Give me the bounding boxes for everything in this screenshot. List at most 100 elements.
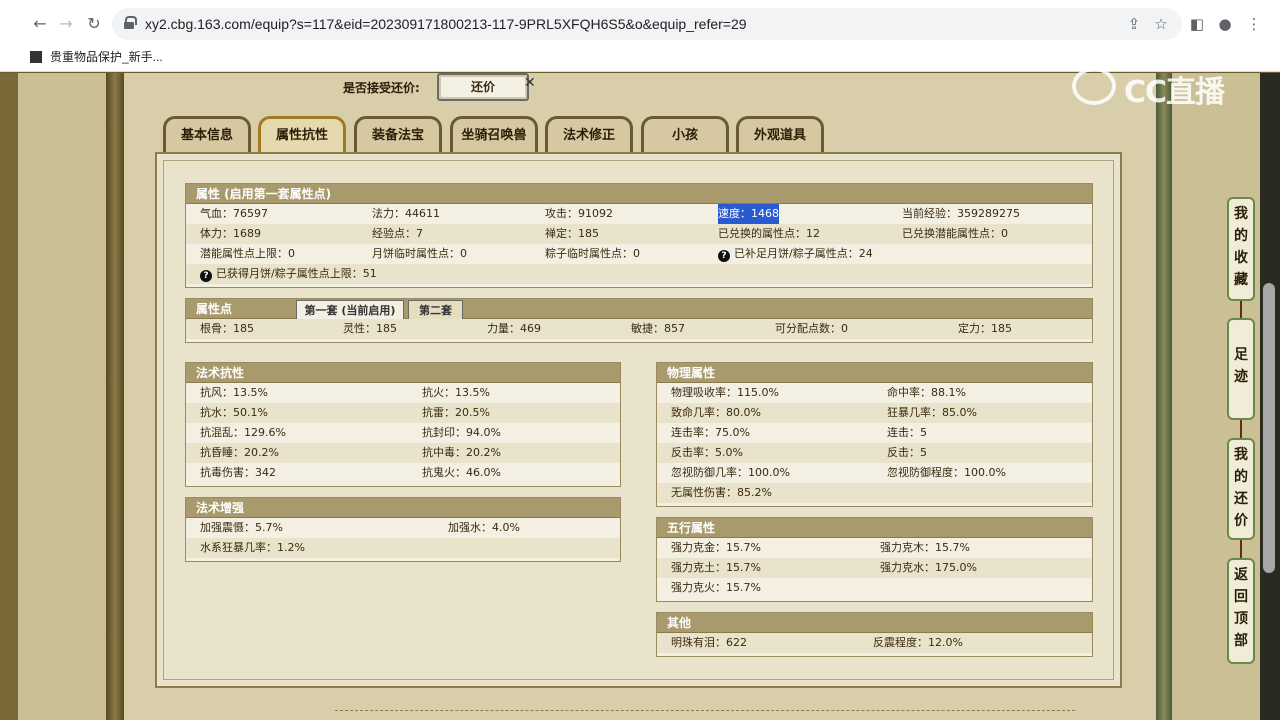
table-row: 抗昏睡：20.2% 抗中毒：20.2% bbox=[186, 443, 620, 463]
resist-value: 抗昏睡：20.2% bbox=[200, 446, 279, 459]
table-row: 抗混乱：129.6% 抗封印：94.0% bbox=[186, 423, 620, 443]
points-header: 属性点 第一套 (当前启用) 第二套 bbox=[186, 299, 1092, 320]
divider bbox=[335, 710, 1075, 711]
table-row: 忽视防御几率：100.0% 忽视防御程度：100.0% bbox=[657, 463, 1092, 483]
address-bar[interactable]: xy2.cbg.163.com/equip?s=117&eid=20230917… bbox=[112, 8, 1182, 40]
stat-zongzi-temp: 粽子临时属性点：0 bbox=[545, 247, 640, 260]
physical-value: 物理吸收率：115.0% bbox=[671, 386, 779, 399]
point-unallocated: 可分配点数：0 bbox=[775, 322, 848, 335]
stat-stamina: 体力：1689 bbox=[200, 227, 261, 240]
resist-value: 抗火：13.5% bbox=[422, 386, 490, 399]
counter-offer-label: 是否接受还价: bbox=[343, 81, 420, 95]
physical-value: 忽视防御几率：100.0% bbox=[671, 466, 790, 479]
tab-basic-info[interactable]: 基本信息 bbox=[163, 116, 251, 153]
scrollbar-thumb[interactable] bbox=[1263, 283, 1275, 573]
bookmark-item[interactable]: 贵重物品保护_新手... bbox=[30, 48, 163, 64]
table-row: 抗风：13.5% 抗火：13.5% bbox=[186, 383, 620, 403]
table-row: 强力克金：15.7% 强力克木：15.7% bbox=[657, 538, 1092, 558]
my-favorites-label: 我的收藏 bbox=[1234, 206, 1248, 288]
profile-icon[interactable]: ● bbox=[1215, 14, 1235, 34]
stat-points-cap: ? 已获得月饼/粽子属性点上限：51 bbox=[200, 264, 377, 284]
table-row: 无属性伤害：85.2% bbox=[657, 483, 1092, 503]
point-focus: 定力：185 bbox=[958, 322, 1012, 335]
resist-value: 抗雷：20.5% bbox=[422, 406, 490, 419]
stat-mp: 法力：44611 bbox=[372, 207, 440, 220]
side-connector bbox=[1240, 538, 1242, 560]
sidepanel-icon[interactable]: ◧ bbox=[1187, 14, 1207, 34]
bookmark-label: 贵重物品保护_新手... bbox=[50, 50, 163, 64]
stat-exp-points: 经验点：7 bbox=[372, 227, 423, 240]
other-value: 反震程度：12.0% bbox=[873, 636, 963, 649]
forward-icon[interactable]: → bbox=[56, 14, 76, 34]
table-row: 潜能属性点上限：0 月饼临时属性点：0 粽子临时属性点：0 ? 已补足月饼/粽子属… bbox=[186, 244, 1092, 264]
physical-value: 致命几率：80.0% bbox=[671, 406, 761, 419]
resist-value: 抗风：13.5% bbox=[200, 386, 268, 399]
physical-value: 无属性伤害：85.2% bbox=[671, 486, 772, 499]
reload-icon[interactable]: ↻ bbox=[84, 14, 104, 34]
counter-offer-button[interactable]: 还价 bbox=[437, 73, 529, 101]
tab-child[interactable]: 小孩 bbox=[641, 116, 729, 153]
stream-watermark: CC直播 bbox=[1072, 67, 1242, 110]
close-icon[interactable]: ✕ bbox=[524, 75, 536, 91]
subtab-set-2[interactable]: 第二套 bbox=[408, 300, 463, 320]
nav-row: ← → ↻ xy2.cbg.163.com/equip?s=117&eid=20… bbox=[0, 6, 1280, 42]
tab-equipment[interactable]: 装备法宝 bbox=[354, 116, 442, 153]
table-row: 强力克火：15.7% bbox=[657, 578, 1092, 598]
resist-title: 法术抗性 bbox=[186, 363, 620, 383]
elements-panel: 五行属性 强力克金：15.7% 强力克木：15.7% 强力克土：15.7% 强力克水… bbox=[656, 517, 1093, 602]
my-counter-offers-label: 我的还价 bbox=[1234, 447, 1248, 529]
attributes-panel: 属性 (启用第一套属性点) 气血：76597 法力：44611 攻击：91092… bbox=[185, 183, 1093, 288]
subtab-set-1[interactable]: 第一套 (当前启用) bbox=[296, 300, 404, 320]
element-value: 强力克土：15.7% bbox=[671, 561, 761, 574]
table-row: 强力克土：15.7% 强力克水：175.0% bbox=[657, 558, 1092, 578]
physical-value: 连击率：75.0% bbox=[671, 426, 750, 439]
tab-mounts-pets[interactable]: 坐骑召唤兽 bbox=[450, 116, 538, 153]
table-row: 反击率：5.0% 反击：5 bbox=[657, 443, 1092, 463]
table-row: 连击率：75.0% 连击：5 bbox=[657, 423, 1092, 443]
element-value: 强力克木：15.7% bbox=[880, 541, 970, 554]
point-spirit: 灵性：185 bbox=[343, 322, 397, 335]
menu-icon[interactable]: ⋮ bbox=[1244, 14, 1264, 34]
table-row: ? 已获得月饼/粽子属性点上限：51 bbox=[186, 264, 1092, 284]
help-icon[interactable]: ? bbox=[718, 250, 730, 262]
browser-chrome: ← → ↻ xy2.cbg.163.com/equip?s=117&eid=20… bbox=[0, 0, 1280, 72]
lock-icon bbox=[124, 16, 137, 29]
back-icon[interactable]: ← bbox=[30, 14, 50, 34]
physical-value: 忽视防御程度：100.0% bbox=[887, 466, 1006, 479]
table-row: 致命几率：80.0% 狂暴几率：85.0% bbox=[657, 403, 1092, 423]
footprints-label: 足迹 bbox=[1234, 347, 1248, 385]
my-counter-offers-button[interactable]: 我的还价 bbox=[1227, 438, 1255, 540]
left-background bbox=[18, 73, 106, 720]
physical-title: 物理属性 bbox=[657, 363, 1092, 383]
element-value: 强力克水：175.0% bbox=[880, 561, 977, 574]
stat-hp: 气血：76597 bbox=[200, 207, 268, 220]
resist-value: 抗混乱：129.6% bbox=[200, 426, 286, 439]
physical-value: 反击率：5.0% bbox=[671, 446, 743, 459]
physical-panel: 物理属性 物理吸收率：115.0% 命中率：88.1% 致命几率：80.0% 狂暴几… bbox=[656, 362, 1093, 507]
footprints-button[interactable]: 足迹 bbox=[1227, 318, 1255, 420]
back-to-top-label: 返回顶部 bbox=[1234, 567, 1248, 649]
stat-potential-cap: 潜能属性点上限：0 bbox=[200, 247, 295, 260]
enhance-value: 加强水：4.0% bbox=[448, 521, 520, 534]
back-to-top-button[interactable]: 返回顶部 bbox=[1227, 558, 1255, 664]
point-strength: 力量：469 bbox=[487, 322, 541, 335]
url-text[interactable]: xy2.cbg.163.com/equip?s=117&eid=20230917… bbox=[145, 16, 747, 32]
tab-appearance[interactable]: 外观道具 bbox=[736, 116, 824, 153]
resist-value: 抗毒伤害：342 bbox=[200, 466, 276, 479]
point-agility: 敏捷：857 bbox=[631, 322, 685, 335]
other-value: 明珠有泪：622 bbox=[671, 636, 747, 649]
physical-value: 反击：5 bbox=[887, 446, 927, 459]
tab-spell-correction[interactable]: 法术修正 bbox=[545, 116, 633, 153]
element-value: 强力克火：15.7% bbox=[671, 581, 761, 594]
resist-value: 抗水：50.1% bbox=[200, 406, 268, 419]
elements-title: 五行属性 bbox=[657, 518, 1092, 538]
physical-value: 狂暴几率：85.0% bbox=[887, 406, 977, 419]
tab-attributes[interactable]: 属性抗性 bbox=[258, 116, 346, 153]
attributes-rows: 气血：76597 法力：44611 攻击：91092 速度：1468 当前经验：… bbox=[186, 204, 1092, 284]
table-row: 体力：1689 经验点：7 禅定：185 已兑换的属性点：12 已兑换潜能属性点… bbox=[186, 224, 1092, 244]
point-root: 根骨：185 bbox=[200, 322, 254, 335]
help-icon[interactable]: ? bbox=[200, 270, 212, 282]
bookmark-star-icon[interactable]: ☆ bbox=[1151, 14, 1171, 34]
share-icon[interactable]: ⇪ bbox=[1124, 14, 1144, 34]
my-favorites-button[interactable]: 我的收藏 bbox=[1227, 197, 1255, 301]
